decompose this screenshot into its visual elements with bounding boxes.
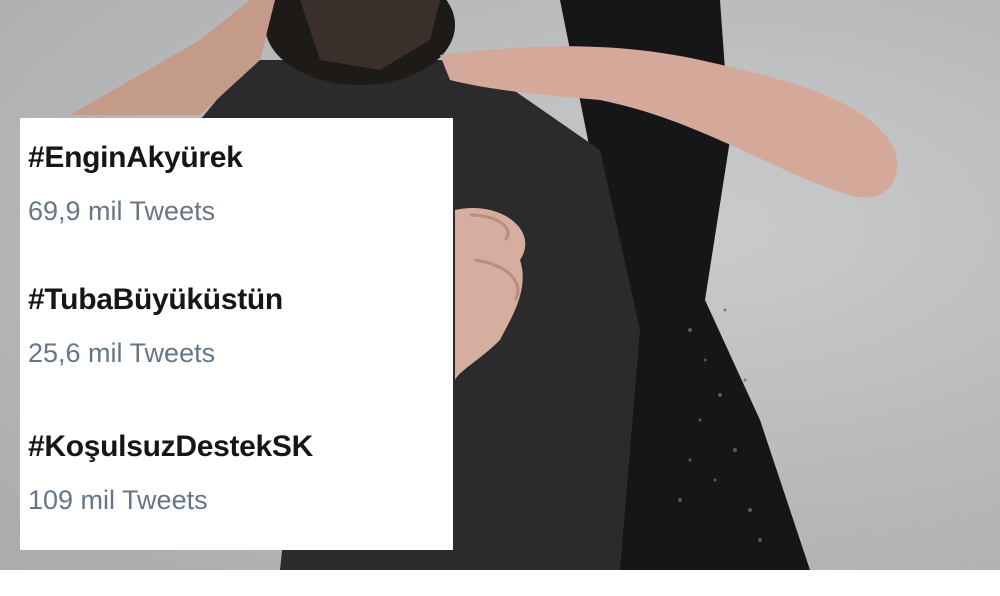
trend-item[interactable]: #KoşulsuzDestekSK 109 mil Tweets	[28, 429, 313, 515]
trend-hashtag[interactable]: #EnginAkyürek	[28, 140, 243, 176]
trend-tweet-count: 69,9 mil Tweets	[28, 196, 216, 226]
trend-tweet-count: 109 mil Tweets	[28, 485, 208, 515]
trend-item[interactable]: #TubaBüyüküstün 25,6 mil Tweets	[28, 282, 283, 368]
trend-hashtag[interactable]: #KoşulsuzDestekSK	[28, 429, 313, 465]
trend-tweet-count: 25,6 mil Tweets	[28, 338, 216, 368]
trends-card: #EnginAkyürek 69,9 mil Tweets #TubaBüyük…	[20, 118, 453, 550]
bottom-strip	[0, 570, 1000, 596]
trend-item[interactable]: #EnginAkyürek 69,9 mil Tweets	[28, 140, 243, 226]
trend-hashtag[interactable]: #TubaBüyüküstün	[28, 282, 283, 318]
